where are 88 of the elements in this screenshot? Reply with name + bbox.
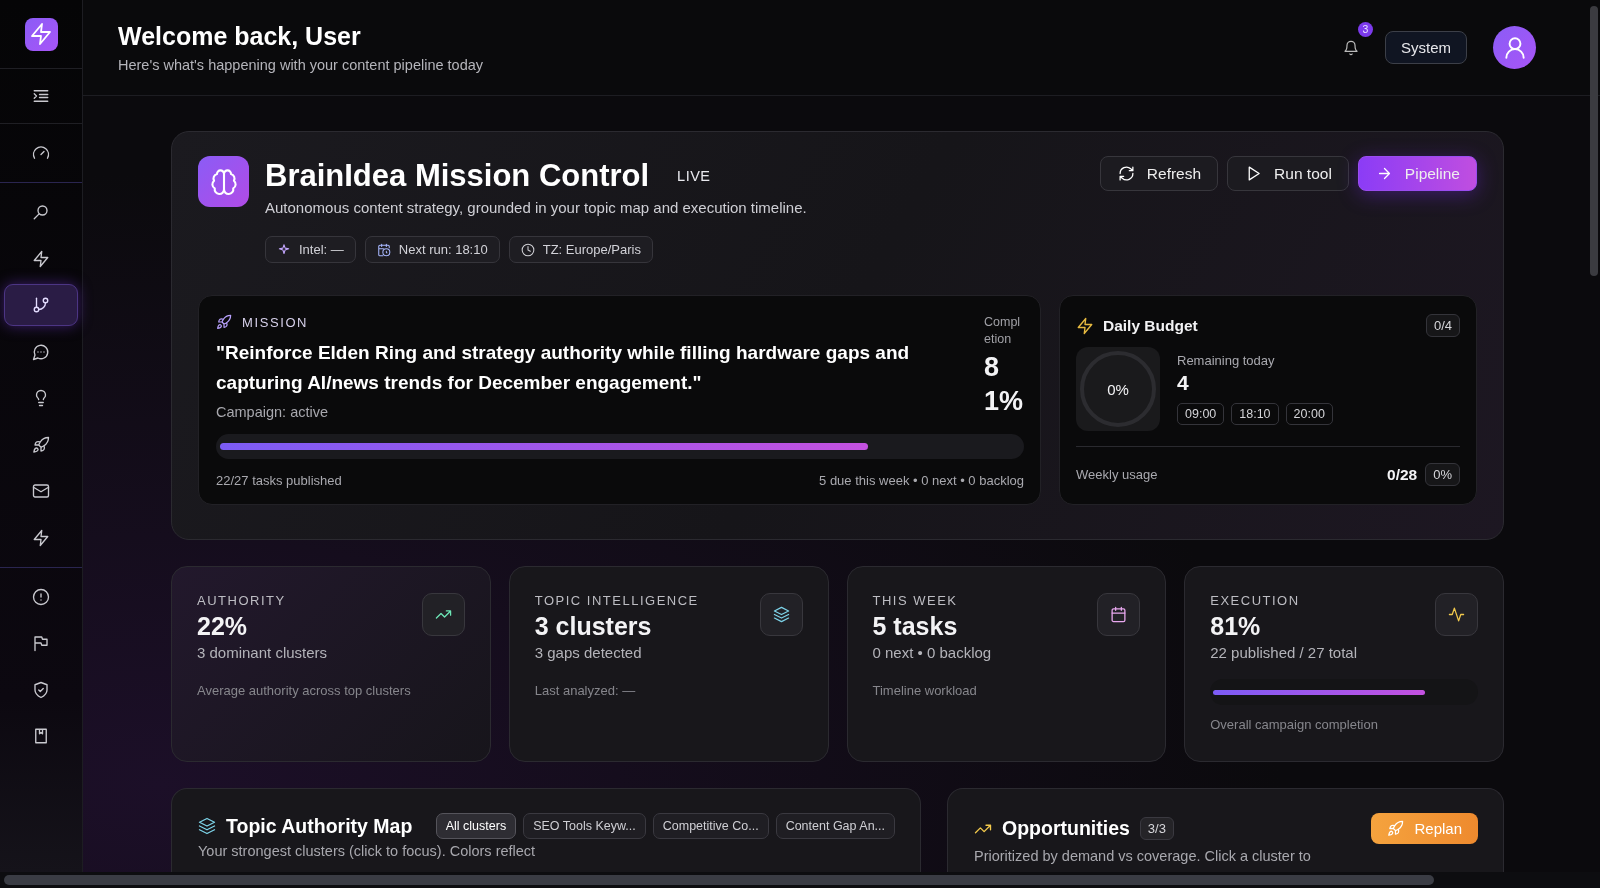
refresh-icon — [1117, 165, 1135, 182]
card-description: Prioritized by demand vs coverage. Click a cluster to — [974, 848, 1312, 864]
filter-chip[interactable]: Content Gap An... — [775, 813, 895, 839]
budget-count: 0/4 — [1425, 314, 1460, 337]
alert-icon — [32, 587, 50, 606]
action-button[interactable]: Run tool — [1227, 156, 1349, 191]
dashboard-description: Autonomous content strategy, grounded in your topic map and execution timeline. — [265, 199, 808, 216]
card-title: Topic Authority Map — [226, 814, 413, 838]
chip-label: TZ: Europe/Paris — [542, 242, 641, 257]
stat-detail: 3 gaps detected — [534, 644, 643, 661]
mission-statement: "Reinforce Elden Ring and strategy authority while filling hardware gaps and capturing AI/news trends for December engagement." — [216, 341, 911, 395]
clock-icon — [520, 242, 535, 257]
campaign-status: Campaign: active — [216, 404, 330, 420]
card-description: Your strongest clusters (click to focus). Colors reflect — [198, 843, 537, 859]
weekly-usage-percent: 0% — [1425, 463, 1460, 486]
weekly-usage-label: Weekly usage — [1076, 467, 1159, 482]
flag-icon — [32, 634, 50, 652]
menu-icon — [32, 87, 50, 105]
remaining-label: Remaining today — [1177, 353, 1276, 368]
budget-title: Daily Budget — [1103, 316, 1199, 335]
time-slot: 20:00 — [1285, 403, 1333, 425]
dashboard-title: BrainIdea Mission Control — [265, 157, 650, 195]
rocket-icon — [216, 314, 232, 330]
mail-icon — [32, 482, 50, 500]
layers-icon — [772, 606, 790, 623]
lightning-icon — [1076, 316, 1094, 335]
calendar-icon — [1110, 606, 1128, 623]
layers-icon — [198, 817, 216, 835]
task-summary: 5 due this week • 0 next • 0 backlog — [819, 473, 1024, 488]
stat-value: 81% — [1210, 612, 1262, 641]
search-icon — [32, 203, 50, 221]
completion-value: 81% — [984, 351, 1024, 418]
remaining-value: 4 — [1177, 371, 1190, 395]
sidebar-item[interactable] — [4, 284, 78, 326]
stat-note: Average authority across top clusters — [197, 683, 412, 698]
stat-note: Last analyzed: — — [534, 683, 637, 698]
sparkle-icon — [277, 242, 291, 257]
branch-icon — [32, 296, 50, 314]
avatar[interactable] — [1493, 26, 1536, 69]
chip-label: Next run: 18:10 — [398, 242, 488, 257]
notification-count: 3 — [1358, 21, 1373, 37]
gauge-icon — [32, 144, 50, 162]
rocket-icon — [32, 435, 50, 454]
stat-detail: 0 next • 0 backlog — [872, 644, 993, 661]
stat-detail: 3 dominant clusters — [197, 644, 329, 661]
chat-icon — [32, 342, 50, 361]
stat-label: THIS WEEK — [872, 593, 959, 608]
action-button[interactable]: Refresh — [1099, 156, 1219, 191]
mission-label: MISSION — [242, 314, 309, 330]
count-badge: 3/3 — [1139, 817, 1174, 840]
stat-value: 22% — [197, 612, 249, 641]
rocket-icon — [1387, 820, 1405, 837]
lightning-icon — [32, 249, 50, 268]
time-slot: 18:10 — [1231, 403, 1279, 425]
stat-value: 5 tasks — [872, 612, 959, 641]
activity-icon — [1448, 606, 1465, 623]
tasks-published: 22/27 tasks published — [216, 473, 342, 488]
time-slot: 09:00 — [1177, 403, 1225, 425]
brain-icon — [209, 167, 238, 196]
stat-detail: 22 published / 27 total — [1210, 644, 1359, 661]
stat-note: Overall campaign completion — [1210, 717, 1379, 732]
theme-button[interactable]: System — [1385, 31, 1467, 64]
filter-chip[interactable]: All clusters — [435, 813, 517, 839]
page-subtitle: Here's what's happening with your content pipeline today — [118, 57, 485, 73]
stat-note: Timeline workload — [872, 683, 978, 698]
filter-chip[interactable]: Competitive Co... — [652, 813, 769, 839]
live-label: LIVE — [677, 168, 711, 184]
stat-label: TOPIC INTELLIGENCE — [534, 593, 700, 608]
calendar-clock-icon — [376, 242, 391, 257]
primary-button[interactable]: Pipeline — [1357, 156, 1477, 191]
lightning-icon — [32, 528, 50, 547]
bookmark-icon — [32, 727, 50, 745]
stat-label: EXECUTION — [1210, 593, 1301, 608]
scrollbar[interactable] — [4, 875, 1434, 885]
bell-icon — [1343, 39, 1359, 56]
weekly-usage-value: 0/28 — [1387, 465, 1418, 484]
stat-label: AUTHORITY — [197, 593, 287, 608]
stat-value: 3 clusters — [534, 612, 653, 641]
chip-label: Intel: — — [299, 242, 344, 257]
page-title: Welcome back, User — [118, 22, 362, 51]
completion-label: Completion — [984, 314, 1022, 348]
shield-check-icon — [32, 680, 50, 699]
app-logo[interactable] — [24, 17, 58, 51]
card-title: Opportunities — [1002, 817, 1130, 840]
lightning-icon — [29, 22, 53, 46]
ring-percent: 0% — [1107, 380, 1129, 398]
scrollbar[interactable] — [1590, 6, 1598, 276]
filter-chip[interactable]: SEO Tools Keyw... — [523, 813, 646, 839]
